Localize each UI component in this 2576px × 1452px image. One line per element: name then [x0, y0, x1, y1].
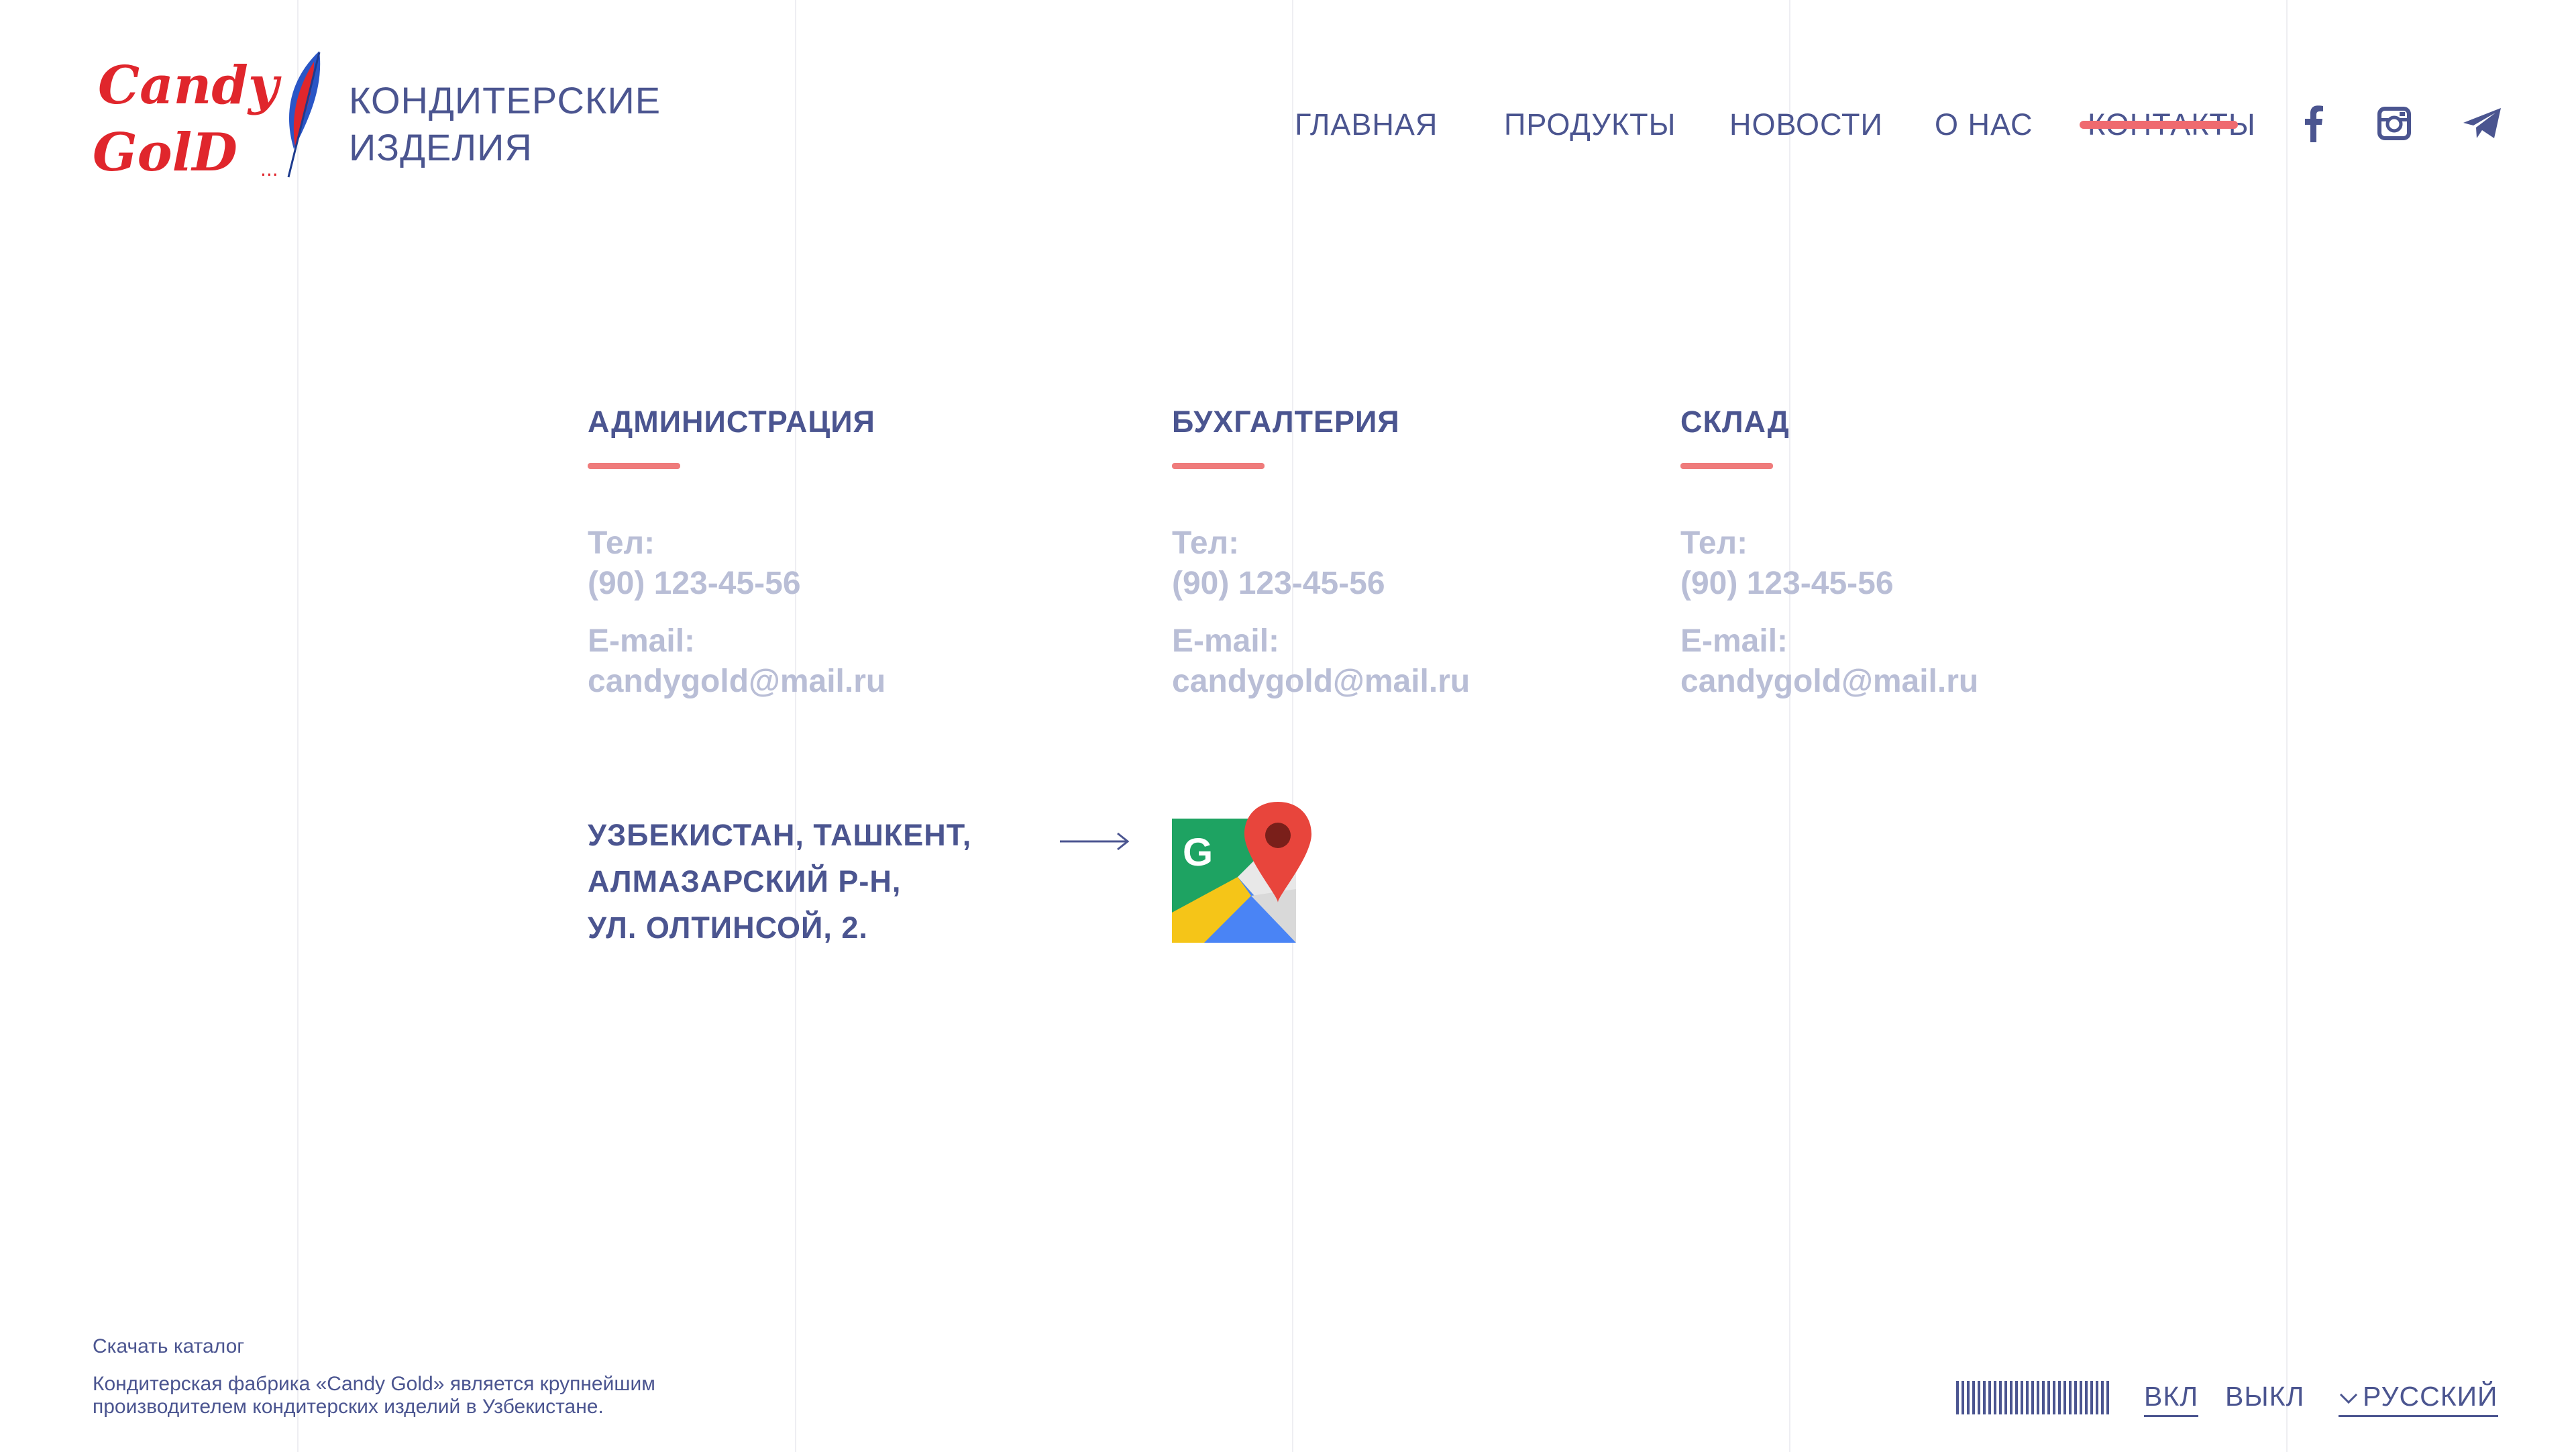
- active-nav-marker: [2080, 121, 2238, 129]
- email-label: E-mail:: [1172, 623, 1280, 659]
- tel-label: Тел:: [1680, 525, 1748, 561]
- email-value[interactable]: candygold@mail.ru: [1172, 662, 1470, 702]
- instagram-icon[interactable]: [2377, 105, 2411, 142]
- company-description-line: производителем кондитерских изделий в Уз…: [93, 1396, 604, 1418]
- dept-title-accounting: БУХГАЛТЕРИЯ: [1172, 405, 1400, 439]
- nav-about[interactable]: О НАС: [1935, 107, 2033, 142]
- company-description: Кондитерская фабрика «Candy Gold» являет…: [93, 1373, 830, 1418]
- tel-label: Тел:: [588, 525, 655, 561]
- tel-value[interactable]: (90) 123-45-56: [588, 564, 801, 604]
- brand-title: КОНДИТЕРСКИЕ ИЗДЕЛИЯ: [349, 77, 661, 171]
- svg-text:G: G: [1183, 831, 1213, 874]
- tel-value[interactable]: (90) 123-45-56: [1172, 564, 1385, 604]
- logo-graphic: Candy GolD ...: [93, 51, 321, 183]
- email-label: E-mail:: [588, 623, 696, 659]
- logo-text-gold: GolD: [93, 122, 237, 183]
- tel-label: Тел:: [1172, 525, 1240, 561]
- telegram-icon[interactable]: [2462, 105, 2502, 142]
- language-label: РУССКИЙ: [2363, 1381, 2498, 1412]
- grid-line: [2286, 0, 2288, 1452]
- brand-title-line2: ИЗДЕЛИЯ: [349, 126, 533, 168]
- chevron-down-icon: [2339, 1394, 2358, 1404]
- dept-underline: [1172, 463, 1265, 469]
- facebook-icon[interactable]: [2302, 105, 2324, 142]
- download-catalog-link[interactable]: Скачать каталог: [93, 1335, 244, 1358]
- grid-line: [1789, 0, 1790, 1452]
- address-line: УЗБЕКИСТАН, ТАШКЕНТ,: [588, 818, 972, 852]
- arrow-right-icon: [1060, 832, 1130, 851]
- grid-line: [1292, 0, 1293, 1452]
- dept-underline: [588, 463, 680, 469]
- dept-title-administration: АДМИНИСТРАЦИЯ: [588, 405, 875, 439]
- address-line: УЛ. ОЛТИНСОЙ, 2.: [588, 911, 868, 945]
- address-line: АЛМАЗАРСКИЙ Р-Н,: [588, 864, 902, 898]
- toggle-off-button[interactable]: ВЫКЛ: [2225, 1381, 2304, 1412]
- logo-text-candy: Candy: [98, 55, 282, 116]
- google-maps-icon[interactable]: G: [1171, 802, 1315, 946]
- nav-home[interactable]: ГЛАВНАЯ: [1295, 107, 1438, 142]
- barcode-icon: [1956, 1381, 2109, 1414]
- brand-title-line1: КОНДИТЕРСКИЕ: [349, 79, 661, 121]
- address: УЗБЕКИСТАН, ТАШКЕНТ, АЛМАЗАРСКИЙ Р-Н, УЛ…: [588, 812, 971, 951]
- email-label: E-mail:: [1680, 623, 1788, 659]
- company-description-line: Кондитерская фабрика «Candy Gold» являет…: [93, 1373, 655, 1395]
- candy-gold-logo[interactable]: Candy GolD ...: [93, 48, 327, 189]
- grid-line: [297, 0, 299, 1452]
- nav-products[interactable]: ПРОДУКТЫ: [1504, 107, 1676, 142]
- nav-news[interactable]: НОВОСТИ: [1729, 107, 1883, 142]
- svg-text:...: ...: [260, 158, 278, 180]
- dept-underline: [1680, 463, 1773, 469]
- dept-title-warehouse: СКЛАД: [1680, 405, 1790, 439]
- grid-line: [795, 0, 796, 1452]
- tel-value[interactable]: (90) 123-45-56: [1680, 564, 1894, 604]
- language-selector[interactable]: РУССКИЙ: [2339, 1381, 2498, 1417]
- toggle-on-button[interactable]: ВКЛ: [2144, 1381, 2199, 1417]
- email-value[interactable]: candygold@mail.ru: [588, 662, 885, 702]
- email-value[interactable]: candygold@mail.ru: [1680, 662, 1978, 702]
